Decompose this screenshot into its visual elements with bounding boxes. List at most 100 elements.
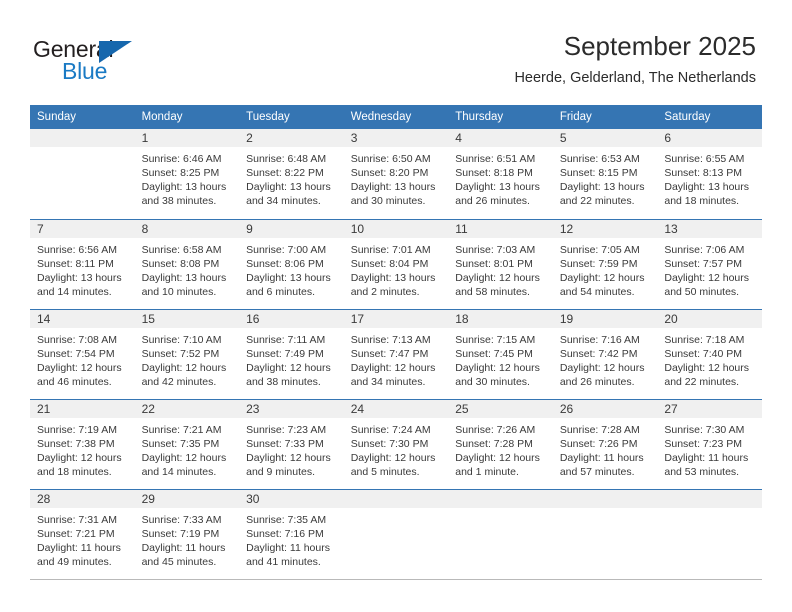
sunset-text: Sunset: 7:52 PM (141, 347, 220, 360)
calendar-day-cell[interactable]: 4 Sunrise: 6:51 AM Sunset: 8:18 PM Daylight… (448, 129, 553, 219)
general-blue-logo[interactable]: General Blue (33, 36, 213, 88)
sunset-text: Sunset: 7:40 PM (664, 347, 743, 360)
calendar-day-cell[interactable]: 20 Sunrise: 7:18 AM Sunset: 7:40 PM Dayligh… (657, 308, 762, 399)
daylight-text-line2: and 1 minute. (455, 465, 519, 478)
sunrise-text: Sunrise: 7:19 AM (37, 423, 117, 436)
daylight-text-line1: Daylight: 11 hours (559, 451, 644, 464)
daylight-text-line2: and 38 minutes. (141, 195, 217, 207)
daylight-text-line1: Daylight: 12 hours (455, 271, 540, 284)
daylight-text-line1: Daylight: 12 hours (141, 451, 227, 464)
calendar-week-row: 1 Sunrise: 6:46 AM Sunset: 8:25 PM Daylight… (30, 129, 762, 219)
daylight-text-line2: and 9 minutes. (246, 465, 316, 478)
day-number: 26 (552, 399, 658, 418)
day-number: 3 (343, 129, 449, 147)
daylight-text-line2: and 34 minutes. (350, 375, 426, 388)
daylight-text-line1: Daylight: 12 hours (141, 361, 227, 374)
day-number: 22 (134, 399, 240, 418)
day-number: 13 (657, 219, 762, 238)
calendar-day-cell[interactable]: 17 Sunrise: 7:13 AM Sunset: 7:47 PM Dayligh… (343, 308, 449, 399)
daylight-text-line1: Daylight: 12 hours (37, 451, 122, 464)
day-number: 21 (30, 399, 135, 418)
sunset-text: Sunset: 7:35 PM (141, 437, 220, 450)
sunrise-text: Sunrise: 7:00 AM (246, 243, 327, 256)
calendar-day-cell[interactable]: 25 Sunrise: 7:26 AM Sunset: 7:28 PM Dayligh… (448, 398, 553, 489)
sunrise-text: Sunrise: 7:13 AM (350, 333, 431, 346)
daylight-text-line2: and 34 minutes. (246, 195, 321, 207)
calendar-day-cell[interactable]: 7 Sunrise: 6:56 AM Sunset: 8:11 PM Daylight… (30, 218, 135, 309)
day-number: 17 (343, 309, 449, 328)
sunrise-sunset-calendar: Sunday Monday Tuesday Wednesday Thursday… (30, 105, 762, 580)
day-number (30, 129, 135, 147)
daylight-text-line1: Daylight: 11 hours (664, 451, 749, 464)
calendar-day-cell[interactable]: 28 Sunrise: 7:31 AM Sunset: 7:21 PM Dayligh… (30, 488, 135, 580)
calendar-day-cell[interactable]: 9 Sunrise: 7:00 AM Sunset: 8:06 PM Daylight… (239, 218, 344, 309)
weekday-header-saturday: Saturday (657, 105, 762, 129)
calendar-day-cell[interactable]: 16 Sunrise: 7:11 AM Sunset: 7:49 PM Dayligh… (239, 308, 344, 399)
calendar-day-cell[interactable]: 6 Sunrise: 6:55 AM Sunset: 8:13 PM Daylight… (657, 129, 762, 219)
day-number: 15 (134, 309, 240, 328)
calendar-day-cell[interactable]: 13 Sunrise: 7:06 AM Sunset: 7:57 PM Dayligh… (657, 218, 762, 309)
daylight-text-line1: Daylight: 12 hours (350, 361, 436, 374)
daylight-text-line2: and 14 minutes. (141, 465, 217, 478)
calendar-day-cell[interactable]: 24 Sunrise: 7:24 AM Sunset: 7:30 PM Dayligh… (343, 398, 449, 489)
daylight-text-line2: and 6 minutes. (246, 285, 316, 298)
daylight-text-line1: Daylight: 12 hours (664, 271, 750, 284)
calendar-day-cell[interactable]: 11 Sunrise: 7:03 AM Sunset: 8:01 PM Dayligh… (448, 218, 553, 309)
calendar-day-cell[interactable]: 10 Sunrise: 7:01 AM Sunset: 8:04 PM Dayligh… (343, 218, 449, 309)
day-number (657, 489, 762, 508)
calendar-body: 1 Sunrise: 6:46 AM Sunset: 8:25 PM Daylight… (30, 129, 762, 580)
calendar-day-cell[interactable]: 29 Sunrise: 7:33 AM Sunset: 7:19 PM Dayligh… (134, 488, 240, 580)
calendar-day-cell[interactable]: 18 Sunrise: 7:15 AM Sunset: 7:45 PM Dayligh… (448, 308, 553, 399)
day-number: 30 (239, 489, 344, 508)
calendar-day-cell[interactable]: 26 Sunrise: 7:28 AM Sunset: 7:26 PM Dayligh… (552, 398, 658, 489)
daylight-text-line1: Daylight: 11 hours (37, 541, 121, 554)
daylight-text-line2: and 46 minutes. (37, 375, 112, 388)
calendar-week-row: 14 Sunrise: 7:08 AM Sunset: 7:54 PM Dayligh… (30, 308, 762, 399)
calendar-day-cell[interactable]: 5 Sunrise: 6:53 AM Sunset: 8:15 PM Daylight… (552, 129, 658, 219)
daylight-text-line1: Daylight: 13 hours (37, 271, 122, 284)
sunset-text: Sunset: 8:13 PM (664, 167, 743, 179)
sunrise-text: Sunrise: 7:01 AM (350, 243, 431, 256)
daylight-text-line2: and 5 minutes. (350, 465, 420, 478)
sunset-text: Sunset: 7:59 PM (559, 257, 638, 270)
calendar-day-cell[interactable]: 8 Sunrise: 6:58 AM Sunset: 8:08 PM Daylight… (134, 218, 240, 309)
day-number: 18 (448, 309, 553, 328)
calendar-day-cell[interactable]: 15 Sunrise: 7:10 AM Sunset: 7:52 PM Dayligh… (134, 308, 240, 399)
sunrise-text: Sunrise: 7:05 AM (559, 243, 640, 256)
sunrise-text: Sunrise: 7:24 AM (350, 423, 431, 436)
sunrise-text: Sunrise: 7:03 AM (455, 243, 536, 256)
calendar-day-cell[interactable]: 12 Sunrise: 7:05 AM Sunset: 7:59 PM Dayligh… (552, 218, 658, 309)
calendar-day-cell[interactable]: 30 Sunrise: 7:35 AM Sunset: 7:16 PM Dayligh… (239, 488, 344, 580)
day-number: 14 (30, 309, 135, 328)
day-number: 9 (239, 219, 344, 238)
calendar-day-cell[interactable]: 21 Sunrise: 7:19 AM Sunset: 7:38 PM Dayligh… (30, 398, 135, 489)
daylight-text-line1: Daylight: 11 hours (141, 541, 226, 554)
sunrise-text: Sunrise: 7:11 AM (246, 333, 326, 346)
calendar-day-cell[interactable]: 23 Sunrise: 7:23 AM Sunset: 7:33 PM Dayligh… (239, 398, 344, 489)
calendar-day-cell[interactable]: 22 Sunrise: 7:21 AM Sunset: 7:35 PM Dayligh… (134, 398, 240, 489)
sunset-text: Sunset: 7:38 PM (37, 437, 115, 450)
daylight-text-line1: Daylight: 12 hours (350, 451, 436, 464)
calendar-day-cell[interactable]: 3 Sunrise: 6:50 AM Sunset: 8:20 PM Daylight… (343, 129, 449, 219)
sunrise-text: Sunrise: 6:53 AM (559, 153, 640, 165)
sunset-text: Sunset: 7:19 PM (141, 527, 220, 540)
sunset-text: Sunset: 7:42 PM (559, 347, 638, 360)
day-number (552, 489, 658, 508)
day-number: 10 (343, 219, 449, 238)
calendar-day-cell[interactable]: 1 Sunrise: 6:46 AM Sunset: 8:25 PM Daylight… (134, 129, 240, 219)
daylight-text-line1: Daylight: 12 hours (246, 451, 331, 464)
sunrise-text: Sunrise: 7:18 AM (664, 333, 745, 346)
calendar-day-cell[interactable]: 14 Sunrise: 7:08 AM Sunset: 7:54 PM Dayligh… (30, 308, 135, 399)
sunset-text: Sunset: 8:20 PM (350, 167, 429, 179)
sunset-text: Sunset: 7:47 PM (350, 347, 429, 360)
weekday-header-friday: Friday (552, 105, 658, 129)
page-subtitle: Heerde, Gelderland, The Netherlands (514, 70, 756, 86)
day-number: 4 (448, 129, 553, 147)
daylight-text-line2: and 22 minutes. (559, 195, 635, 207)
daylight-text-line1: Daylight: 12 hours (37, 361, 122, 374)
calendar-day-cell[interactable]: 19 Sunrise: 7:16 AM Sunset: 7:42 PM Dayligh… (552, 308, 658, 399)
sunset-text: Sunset: 7:16 PM (246, 527, 324, 540)
calendar-day-cell[interactable]: 2 Sunrise: 6:48 AM Sunset: 8:22 PM Daylight… (239, 129, 344, 219)
day-number: 27 (657, 399, 762, 418)
calendar-day-cell[interactable]: 27 Sunrise: 7:30 AM Sunset: 7:23 PM Dayligh… (657, 398, 762, 489)
